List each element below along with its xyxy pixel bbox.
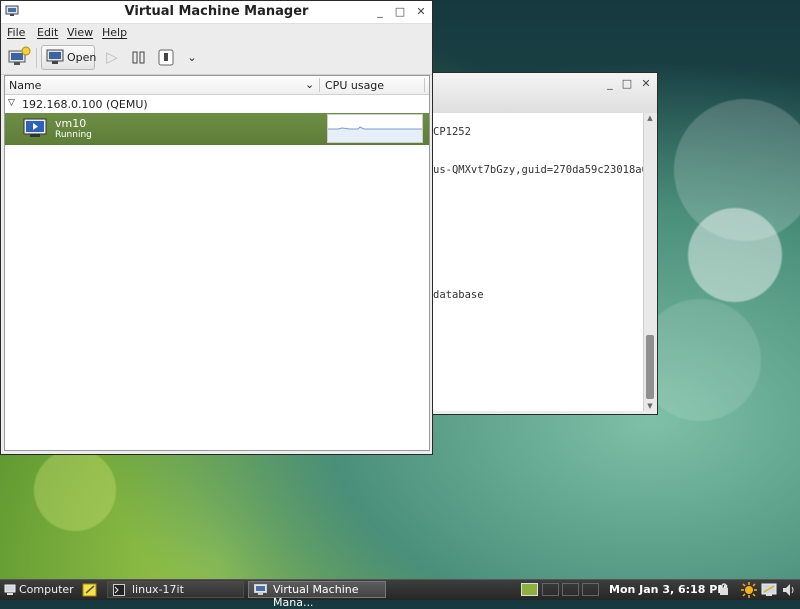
vm-name: vm10 [55,117,87,130]
monitor-icon [761,583,777,596]
lock-icon [720,583,728,595]
taskbar-item-terminal[interactable]: linux-17it [107,581,244,598]
new-vm-icon [8,46,31,65]
open-label: Open [67,51,97,64]
workspace-4[interactable] [582,583,599,596]
maximize-icon[interactable]: □ [620,77,634,91]
new-vm-button[interactable] [7,45,31,70]
clock[interactable]: Mon Jan 3, 6:18 PM [609,582,728,598]
computer-icon [4,584,16,595]
terminal-scrollbar[interactable]: ▲ ▼ [643,113,656,411]
vmm-titlebar[interactable]: Virtual Machine Manager _ □ ✕ [1,1,432,24]
vm-row[interactable]: vm10 Running [5,113,429,145]
shutdown-button[interactable] [156,45,176,70]
taskbar-label: linux-17it [132,583,184,596]
vm-status: Running [55,130,92,140]
cpu-usage-graph [327,114,423,143]
toolbar-separator [36,48,37,68]
vmm-window[interactable]: Virtual Machine Manager _ □ ✕ File Edit … [0,0,433,455]
scroll-down-icon[interactable]: ▼ [644,401,656,411]
menu-view[interactable]: View [67,26,93,39]
taskbar-item-vmm[interactable]: Virtual Machine Mana... [248,581,386,609]
chevron-down-icon: ⌄ [187,51,197,64]
bottom-panel: Computer linux-17it Virtual Machine Mana… [0,579,800,609]
workspace-2[interactable] [542,583,559,596]
speaker-icon [783,584,794,596]
vm-list[interactable]: Name ⌄ CPU usage ▽ 192.168.0.100 (QEMU) … [4,75,430,451]
updater-tray[interactable] [741,582,757,598]
list-header: Name ⌄ CPU usage [5,76,429,95]
workspace-1[interactable] [521,583,538,596]
pause-button[interactable] [129,45,149,70]
volume-tray[interactable] [782,582,796,598]
shutdown-icon [158,49,174,66]
menu-edit[interactable]: Edit [37,26,58,39]
terminal-icon [113,584,125,596]
taskbar-label: Virtual Machine Mana... [273,583,359,609]
column-header-name[interactable]: Name [9,79,41,92]
connection-row[interactable]: ▽ 192.168.0.100 (QEMU) [5,95,429,113]
menubar: File Edit View Help [1,24,432,42]
menu-help[interactable]: Help [102,26,127,39]
terminal-line: database [433,289,484,301]
menu-file[interactable]: File [7,26,25,39]
minimize-icon[interactable]: _ [373,5,387,19]
shutdown-menu-button[interactable]: ⌄ [185,45,199,70]
minimize-icon[interactable]: _ [603,77,617,91]
scroll-up-icon[interactable]: ▲ [644,113,656,123]
maximize-icon[interactable]: □ [393,5,407,19]
toolbar: Open ▷ ⌄ [1,42,432,75]
pause-icon [132,51,145,64]
virt-manager-icon [254,584,267,595]
lock-screen-button[interactable] [718,582,730,598]
terminal-titlebar[interactable]: _ □ ✕ [431,73,657,113]
close-icon[interactable]: ✕ [639,77,653,91]
run-button[interactable]: ▷ [102,45,122,70]
workspace-switcher[interactable] [520,582,600,598]
monitor-icon [46,49,64,64]
connection-label: 192.168.0.100 (QEMU) [22,98,148,111]
display-tray[interactable] [761,582,777,598]
chevron-down-icon[interactable]: ⌄ [305,78,314,91]
terminal-line: CP1252 [433,126,471,138]
notes-launcher[interactable] [82,582,98,598]
computer-label: Computer [19,583,74,596]
terminal-window[interactable]: _ □ ✕ CP1252 us-QMXvt7bGzy,guid=270da59c… [430,72,658,415]
terminal-line: us-QMXvt7bGzy,guid=270da59c23018a6 [433,164,648,176]
scrollbar-thumb[interactable] [646,335,654,399]
sun-icon [741,582,757,598]
notes-icon [82,583,97,597]
vm-running-icon [23,118,47,137]
column-header-cpu[interactable]: CPU usage [325,79,384,92]
window-title: Virtual Machine Manager [124,4,309,19]
play-icon: ▷ [106,48,118,66]
close-icon[interactable]: ✕ [414,5,428,19]
column-separator [319,78,320,92]
terminal-output[interactable]: CP1252 us-QMXvt7bGzy,guid=270da59c23018a… [433,113,648,411]
expander-icon[interactable]: ▽ [8,98,15,108]
column-separator [424,78,425,92]
workspace-3[interactable] [562,583,579,596]
open-button[interactable]: Open [41,45,97,70]
